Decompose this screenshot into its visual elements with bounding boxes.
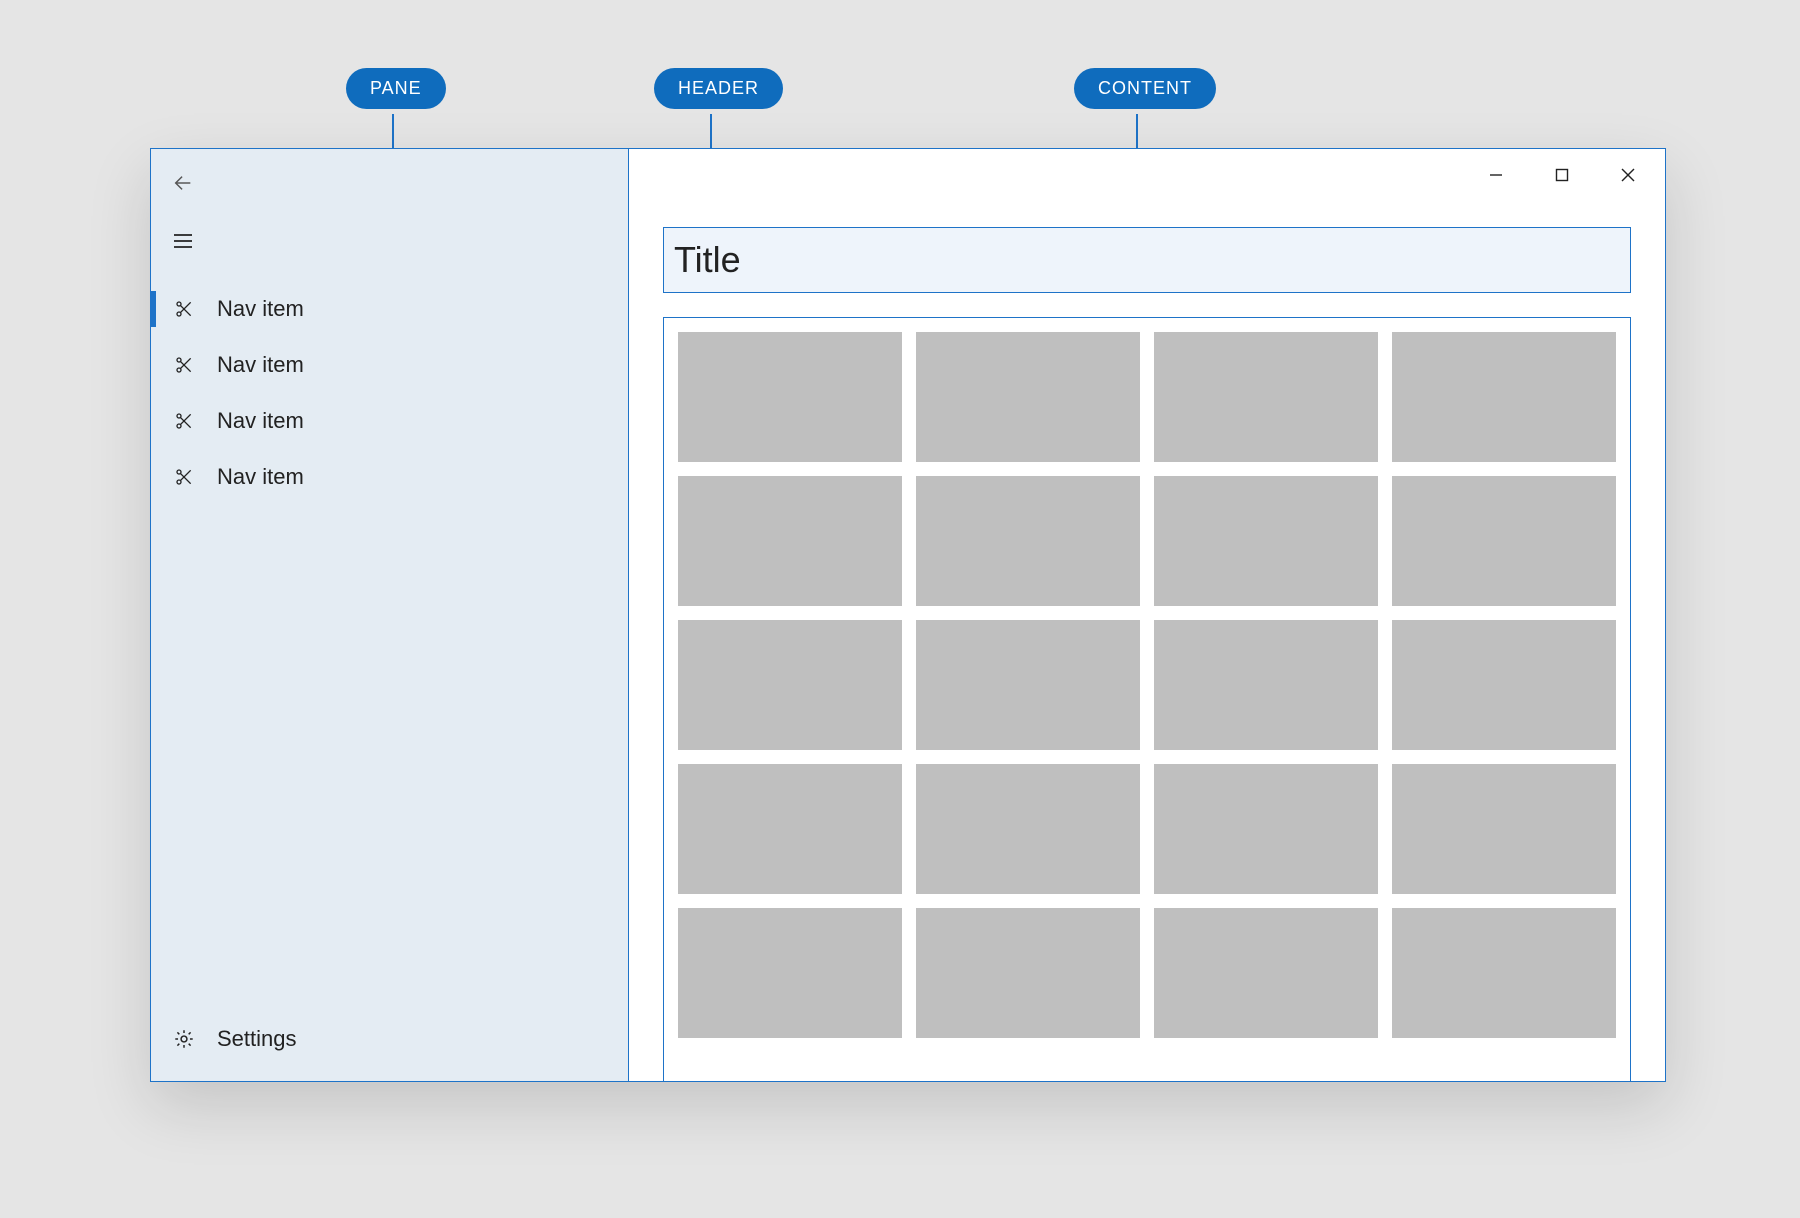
content-tile[interactable] <box>916 908 1140 1038</box>
minimize-icon <box>1488 167 1504 183</box>
navigation-pane: Nav item Nav item Nav item Nav item Sett… <box>151 149 629 1081</box>
settings-label: Settings <box>217 1026 297 1052</box>
content-tile[interactable] <box>678 476 902 606</box>
scissors-icon <box>173 410 195 432</box>
close-button[interactable] <box>1595 155 1661 195</box>
scissors-icon <box>173 354 195 376</box>
maximize-button[interactable] <box>1529 155 1595 195</box>
window-controls <box>1463 155 1661 195</box>
content-tile[interactable] <box>916 476 1140 606</box>
scissors-icon <box>173 298 195 320</box>
page-title: Title <box>674 239 741 281</box>
annotation-pane-connector <box>392 114 394 148</box>
content-tile[interactable] <box>678 764 902 894</box>
content-tile[interactable] <box>1154 332 1378 462</box>
content-tile[interactable] <box>678 620 902 750</box>
annotation-header-label: HEADER <box>654 68 783 109</box>
main-area: Title <box>629 149 1665 1081</box>
content-tile[interactable] <box>1392 476 1616 606</box>
content-tile[interactable] <box>1154 908 1378 1038</box>
minimize-button[interactable] <box>1463 155 1529 195</box>
maximize-icon <box>1555 168 1569 182</box>
nav-item-label: Nav item <box>217 296 304 322</box>
hamburger-button[interactable] <box>165 223 201 259</box>
nav-item-0[interactable]: Nav item <box>151 281 628 337</box>
content-tile[interactable] <box>1154 620 1378 750</box>
annotation-pane-label: PANE <box>346 68 446 109</box>
content-tile[interactable] <box>678 332 902 462</box>
gear-icon <box>173 1028 195 1050</box>
nav-item-2[interactable]: Nav item <box>151 393 628 449</box>
content-tile[interactable] <box>1392 332 1616 462</box>
nav-item-label: Nav item <box>217 464 304 490</box>
annotation-content-label: CONTENT <box>1074 68 1216 109</box>
page-header: Title <box>663 227 1631 293</box>
close-icon <box>1620 167 1636 183</box>
content-area <box>663 317 1631 1081</box>
content-tile[interactable] <box>1154 764 1378 894</box>
hamburger-icon <box>171 229 195 253</box>
content-tile[interactable] <box>916 620 1140 750</box>
content-tile[interactable] <box>1392 620 1616 750</box>
content-tile[interactable] <box>1392 908 1616 1038</box>
content-tile[interactable] <box>916 764 1140 894</box>
back-arrow-icon <box>172 172 194 194</box>
content-tile[interactable] <box>1154 476 1378 606</box>
scissors-icon <box>173 466 195 488</box>
nav-item-1[interactable]: Nav item <box>151 337 628 393</box>
settings-item[interactable]: Settings <box>151 1011 628 1067</box>
nav-item-3[interactable]: Nav item <box>151 449 628 505</box>
nav-item-label: Nav item <box>217 352 304 378</box>
nav-list: Nav item Nav item Nav item Nav item <box>151 281 628 505</box>
back-button[interactable] <box>165 165 201 201</box>
content-tile[interactable] <box>678 908 902 1038</box>
content-tile[interactable] <box>916 332 1140 462</box>
content-tile[interactable] <box>1392 764 1616 894</box>
nav-item-label: Nav item <box>217 408 304 434</box>
app-window: Nav item Nav item Nav item Nav item Sett… <box>150 148 1666 1082</box>
content-grid <box>678 332 1616 1038</box>
